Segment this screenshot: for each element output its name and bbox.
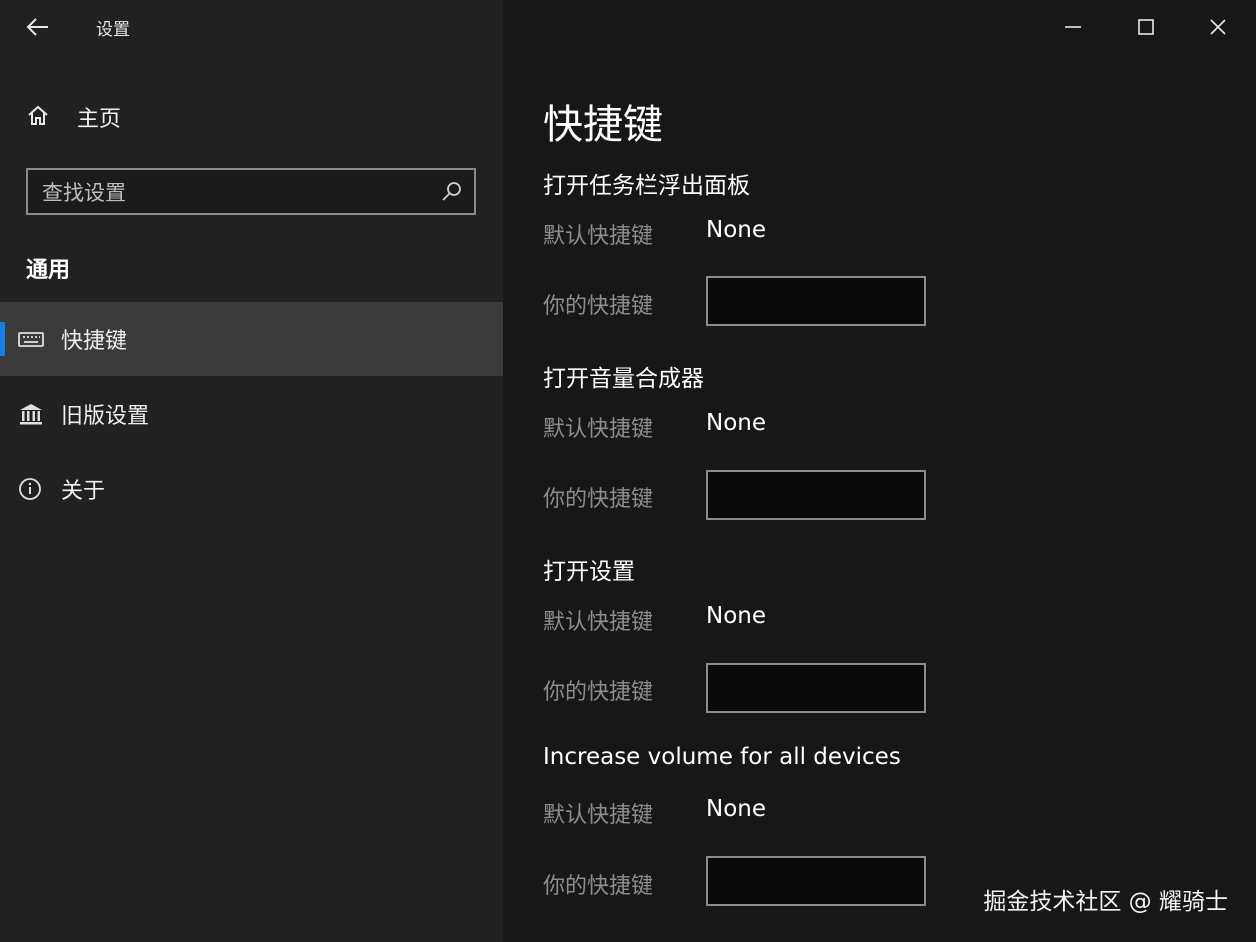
your-shortcut-label: 你的快捷键 bbox=[543, 487, 654, 512]
sidebar-item-label: 快捷键 bbox=[61, 329, 128, 354]
keyboard-icon bbox=[18, 332, 44, 347]
home-icon bbox=[28, 105, 48, 125]
search-input[interactable] bbox=[40, 170, 434, 215]
main-content: 快捷键 打开任务栏浮出面板 默认快捷键 None 你的快捷键 打开音量合成器 默… bbox=[503, 0, 1256, 942]
group-title: 通用 bbox=[26, 258, 71, 283]
section-title: 打开任务栏浮出面板 bbox=[543, 173, 750, 199]
shortcut-section: 打开音量合成器 默认快捷键 None 你的快捷键 bbox=[543, 359, 1143, 549]
shortcut-section: 打开任务栏浮出面板 默认快捷键 None 你的快捷键 bbox=[543, 166, 1143, 356]
selection-indicator bbox=[0, 322, 5, 356]
arrow-left-icon bbox=[26, 18, 48, 36]
back-button[interactable] bbox=[18, 10, 58, 44]
sidebar-item-shortcuts[interactable]: 快捷键 bbox=[0, 302, 503, 376]
sidebar-item-label: 旧版设置 bbox=[61, 404, 150, 429]
settings-window: 设置 主页 通用 快捷键 bbox=[0, 0, 1256, 942]
default-shortcut-value: None bbox=[706, 796, 767, 822]
bank-icon bbox=[20, 404, 42, 425]
app-title: 设置 bbox=[96, 20, 130, 40]
maximize-icon bbox=[1138, 19, 1154, 35]
sidebar-item-legacy-settings[interactable]: 旧版设置 bbox=[0, 377, 503, 451]
your-shortcut-label: 你的快捷键 bbox=[543, 294, 654, 319]
your-shortcut-input[interactable] bbox=[706, 470, 926, 520]
your-shortcut-input[interactable] bbox=[706, 663, 926, 713]
sidebar-item-label: 关于 bbox=[61, 479, 106, 504]
info-icon bbox=[19, 478, 41, 500]
your-shortcut-label: 你的快捷键 bbox=[543, 680, 654, 705]
section-title: Increase volume for all devices bbox=[543, 744, 901, 770]
default-shortcut-value: None bbox=[706, 217, 767, 243]
default-shortcut-label: 默认快捷键 bbox=[543, 224, 654, 249]
your-shortcut-input[interactable] bbox=[706, 276, 926, 326]
default-shortcut-label: 默认快捷键 bbox=[543, 803, 654, 828]
minimize-button[interactable] bbox=[1053, 10, 1093, 44]
sidebar-item-label: 主页 bbox=[77, 107, 122, 132]
sidebar: 设置 主页 通用 快捷键 bbox=[0, 0, 503, 942]
section-title: 打开音量合成器 bbox=[543, 366, 704, 392]
search-box bbox=[26, 168, 476, 215]
watermark: 掘金技术社区 @ 耀骑士 bbox=[983, 889, 1228, 915]
sidebar-item-home[interactable]: 主页 bbox=[0, 92, 503, 138]
default-shortcut-label: 默认快捷键 bbox=[543, 417, 654, 442]
your-shortcut-input[interactable] bbox=[706, 856, 926, 906]
default-shortcut-value: None bbox=[706, 410, 767, 436]
close-icon bbox=[1210, 19, 1226, 35]
minimize-icon bbox=[1065, 26, 1081, 28]
maximize-button[interactable] bbox=[1126, 10, 1166, 44]
sidebar-item-about[interactable]: 关于 bbox=[0, 452, 503, 526]
section-title: 打开设置 bbox=[543, 559, 635, 585]
shortcut-section: 打开设置 默认快捷键 None 你的快捷键 bbox=[543, 552, 1143, 742]
search-icon[interactable] bbox=[440, 180, 464, 204]
page-title: 快捷键 bbox=[543, 102, 663, 148]
default-shortcut-label: 默认快捷键 bbox=[543, 610, 654, 635]
default-shortcut-value: None bbox=[706, 603, 767, 629]
your-shortcut-label: 你的快捷键 bbox=[543, 874, 654, 899]
close-button[interactable] bbox=[1198, 10, 1238, 44]
